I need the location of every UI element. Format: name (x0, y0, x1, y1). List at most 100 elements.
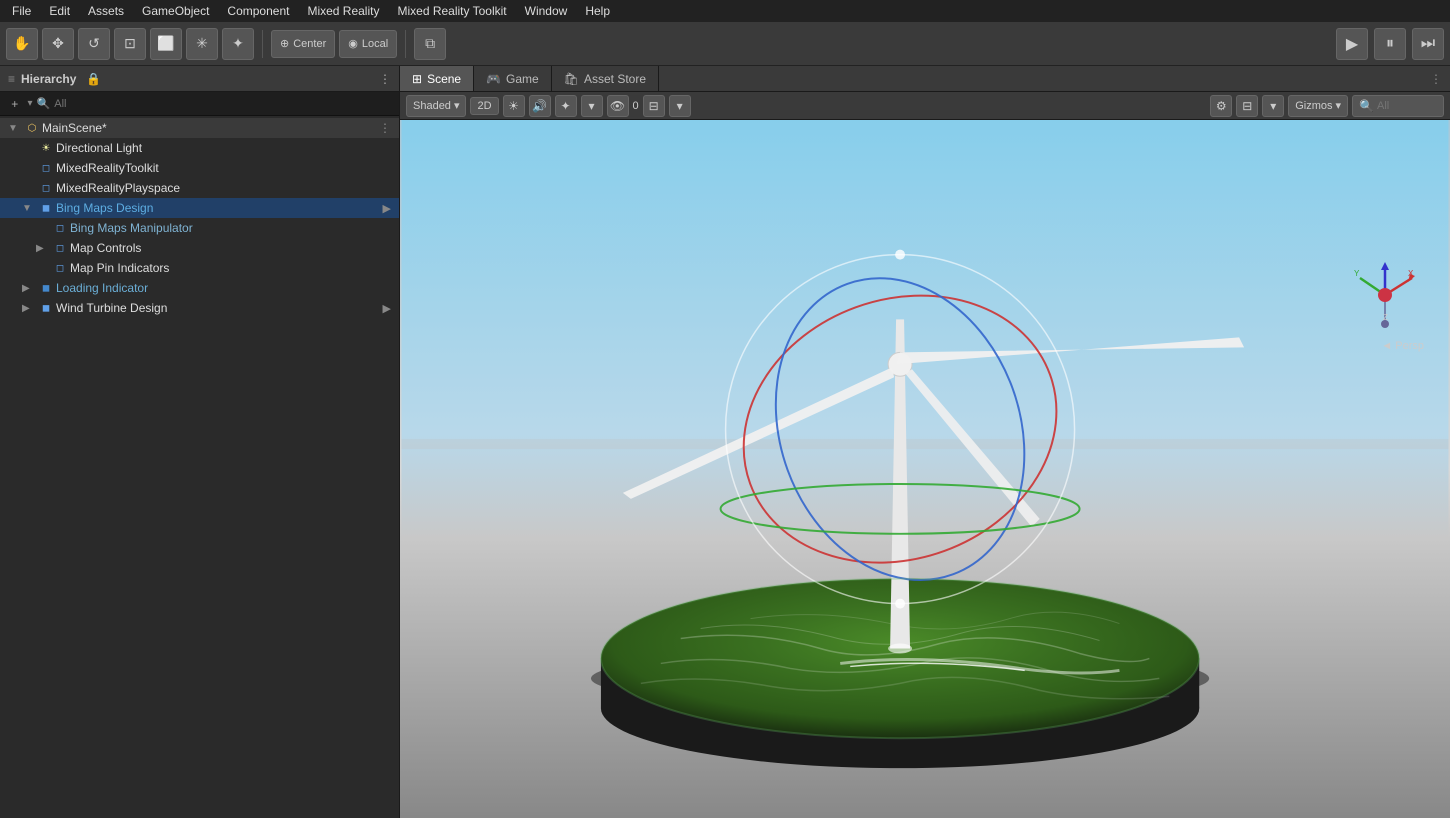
menu-edit[interactable]: Edit (41, 2, 78, 20)
collab-btn[interactable]: ⧉ (414, 28, 446, 60)
toolbar-separator-2 (405, 30, 406, 58)
tree-item-map-pin[interactable]: ◻ Map Pin Indicators (0, 258, 399, 278)
tab-asset-store[interactable]: 🛍 Asset Store (552, 66, 659, 91)
menu-mrtk[interactable]: Mixed Reality Toolkit (389, 2, 514, 20)
hierarchy-search-bar: + ▾ 🔍 (0, 92, 399, 116)
2d-toggle-btn[interactable]: 2D (470, 97, 498, 115)
layer-arrow-btn[interactable]: ▾ (669, 95, 691, 117)
tree-item-mrtk[interactable]: ◻ MixedRealityToolkit (0, 158, 399, 178)
lighting-toggle-btn[interactable]: ☀ (503, 95, 525, 117)
play-button[interactable]: ▶ (1336, 28, 1368, 60)
svg-text:X: X (1408, 269, 1414, 278)
tree-item-bing-manip[interactable]: ◻ Bing Maps Manipulator (0, 218, 399, 238)
main-scene-more-btn[interactable]: ⋮ (379, 121, 391, 135)
hierarchy-content: ▼ ⬡ MainScene* ⋮ ☀ Directional Light ◻ M… (0, 116, 399, 818)
menu-mixed-reality[interactable]: Mixed Reality (299, 2, 387, 20)
layout-btn[interactable]: ⊟ (1236, 95, 1258, 117)
map-pin-icon: ◻ (52, 260, 68, 276)
tab-scene[interactable]: ⊞ Scene (400, 66, 474, 91)
menu-gameobject[interactable]: GameObject (134, 2, 217, 20)
effects-toggle-btn[interactable]: ✦ (555, 95, 577, 117)
gizmo-widget[interactable]: Z X Y (1350, 260, 1420, 330)
expand-arrow-loading: ▶ (22, 283, 36, 294)
playspace-label: MixedRealityPlayspace (56, 181, 180, 195)
audio-toggle-btn[interactable]: 🔊 (529, 95, 551, 117)
manip-icon: ◻ (52, 220, 68, 236)
rect-tool-btn[interactable]: ⬜ (150, 28, 182, 60)
menu-help[interactable]: Help (577, 2, 618, 20)
scene-toolbar: Shaded ▾ 2D ☀ 🔊 ✦ ▾ 👁 0 ⊟ ▾ ⚙ ⊟ ▾ Gizmos… (400, 92, 1450, 120)
layout-arrow-btn[interactable]: ▾ (1262, 95, 1284, 117)
shaded-dropdown-btn[interactable]: Shaded ▾ (406, 95, 466, 117)
wind-turbine-arrow: ▶ (383, 302, 391, 315)
tree-item-map-controls[interactable]: ▶ ◻ Map Controls (0, 238, 399, 258)
custom-tool-btn[interactable]: ✦ (222, 28, 254, 60)
menu-bar: File Edit Assets GameObject Component Mi… (0, 0, 1450, 22)
loading-label: Loading Indicator (56, 281, 148, 295)
bing-maps-label: Bing Maps Design (56, 201, 153, 215)
hidden-toggle-btn[interactable]: 👁 (607, 95, 629, 117)
main-layout: ≡ Hierarchy 🔒 ⋮ + ▾ 🔍 ▼ ⬡ MainScene* ⋮ ☀ (0, 66, 1450, 818)
game-tab-label: Game (506, 72, 539, 86)
center-label: Center (293, 38, 326, 50)
map-controls-label: Map Controls (70, 241, 141, 255)
pause-button[interactable]: ⏸ (1374, 28, 1406, 60)
tree-item-bing-maps[interactable]: ▼ ◼ Bing Maps Design ▶ (0, 198, 399, 218)
store-tab-icon: 🛍 (564, 72, 579, 86)
hierarchy-add-btn[interactable]: + (6, 94, 24, 114)
gizmo-svg: Z X Y (1350, 260, 1420, 330)
menu-component[interactable]: Component (219, 2, 297, 20)
menu-assets[interactable]: Assets (80, 2, 132, 20)
local-icon: ◉ (348, 37, 358, 50)
tree-item-wind-turbine[interactable]: ▶ ◼ Wind Turbine Design ▶ (0, 298, 399, 318)
tab-more-btn[interactable]: ⋮ (1422, 66, 1450, 91)
settings-icon-btn[interactable]: ⚙ (1210, 95, 1232, 117)
bing-manip-label: Bing Maps Manipulator (70, 221, 193, 235)
expand-arrow-wind: ▶ (22, 303, 36, 314)
local-btn[interactable]: ◉ Local (339, 30, 397, 58)
wind-turbine-label: Wind Turbine Design (56, 301, 167, 315)
bing-maps-arrow: ▶ (383, 202, 391, 215)
menu-file[interactable]: File (4, 2, 39, 20)
playspace-icon: ◻ (38, 180, 54, 196)
hierarchy-menu-btn[interactable]: ⋮ (379, 72, 391, 86)
map-controls-icon: ◻ (52, 240, 68, 256)
layer-count: 0 (633, 100, 639, 112)
center-btn[interactable]: ⊕ Center (271, 30, 335, 58)
move-tool-btn[interactable]: ✥ (42, 28, 74, 60)
expand-arrow-main-scene: ▼ (8, 123, 22, 134)
hierarchy-hamburger-icon: ≡ (8, 72, 15, 86)
main-scene-label: MainScene* (42, 121, 107, 135)
gizmos-btn[interactable]: Gizmos ▾ (1288, 95, 1348, 117)
persp-label[interactable]: ◄ Persp (1381, 340, 1424, 352)
viewport[interactable]: Z X Y ◄ Persp (400, 120, 1450, 818)
transform-tool-btn[interactable]: ✳ (186, 28, 218, 60)
toolbar-separator-1 (262, 30, 263, 58)
scale-tool-btn[interactable]: ⊡ (114, 28, 146, 60)
menu-window[interactable]: Window (517, 2, 576, 20)
scene-search-input[interactable] (1377, 100, 1437, 112)
playback-controls: ▶ ⏸ ⏭ (1336, 28, 1444, 60)
gizmos-arrow-icon: ▾ (1336, 99, 1342, 112)
scene-icon: ⬡ (24, 120, 40, 136)
loading-icon: ◼ (38, 280, 54, 296)
light-icon: ☀ (38, 140, 54, 156)
hierarchy-search-input[interactable] (54, 98, 393, 110)
step-button[interactable]: ⏭ (1412, 28, 1444, 60)
scene-search-icon: 🔍 (1359, 99, 1374, 113)
effects-arrow-btn[interactable]: ▾ (581, 95, 603, 117)
tree-item-playspace[interactable]: ◻ MixedRealityPlayspace (0, 178, 399, 198)
hierarchy-lock-icon[interactable]: 🔒 (86, 72, 101, 86)
expand-arrow-map-controls: ▶ (36, 243, 50, 254)
bing-maps-icon: ◼ (38, 200, 54, 216)
tree-item-main-scene[interactable]: ▼ ⬡ MainScene* ⋮ (0, 118, 399, 138)
rotate-tool-btn[interactable]: ↺ (78, 28, 110, 60)
mrtk-label: MixedRealityToolkit (56, 161, 159, 175)
tree-item-loading[interactable]: ▶ ◼ Loading Indicator (0, 278, 399, 298)
tab-game[interactable]: 🎮 Game (474, 66, 552, 91)
hand-tool-btn[interactable]: ✋ (6, 28, 38, 60)
tree-item-dir-light[interactable]: ☀ Directional Light (0, 138, 399, 158)
shaded-label: Shaded (413, 100, 451, 112)
layer-dropdown-btn[interactable]: ⊟ (643, 95, 665, 117)
wind-icon: ◼ (38, 300, 54, 316)
